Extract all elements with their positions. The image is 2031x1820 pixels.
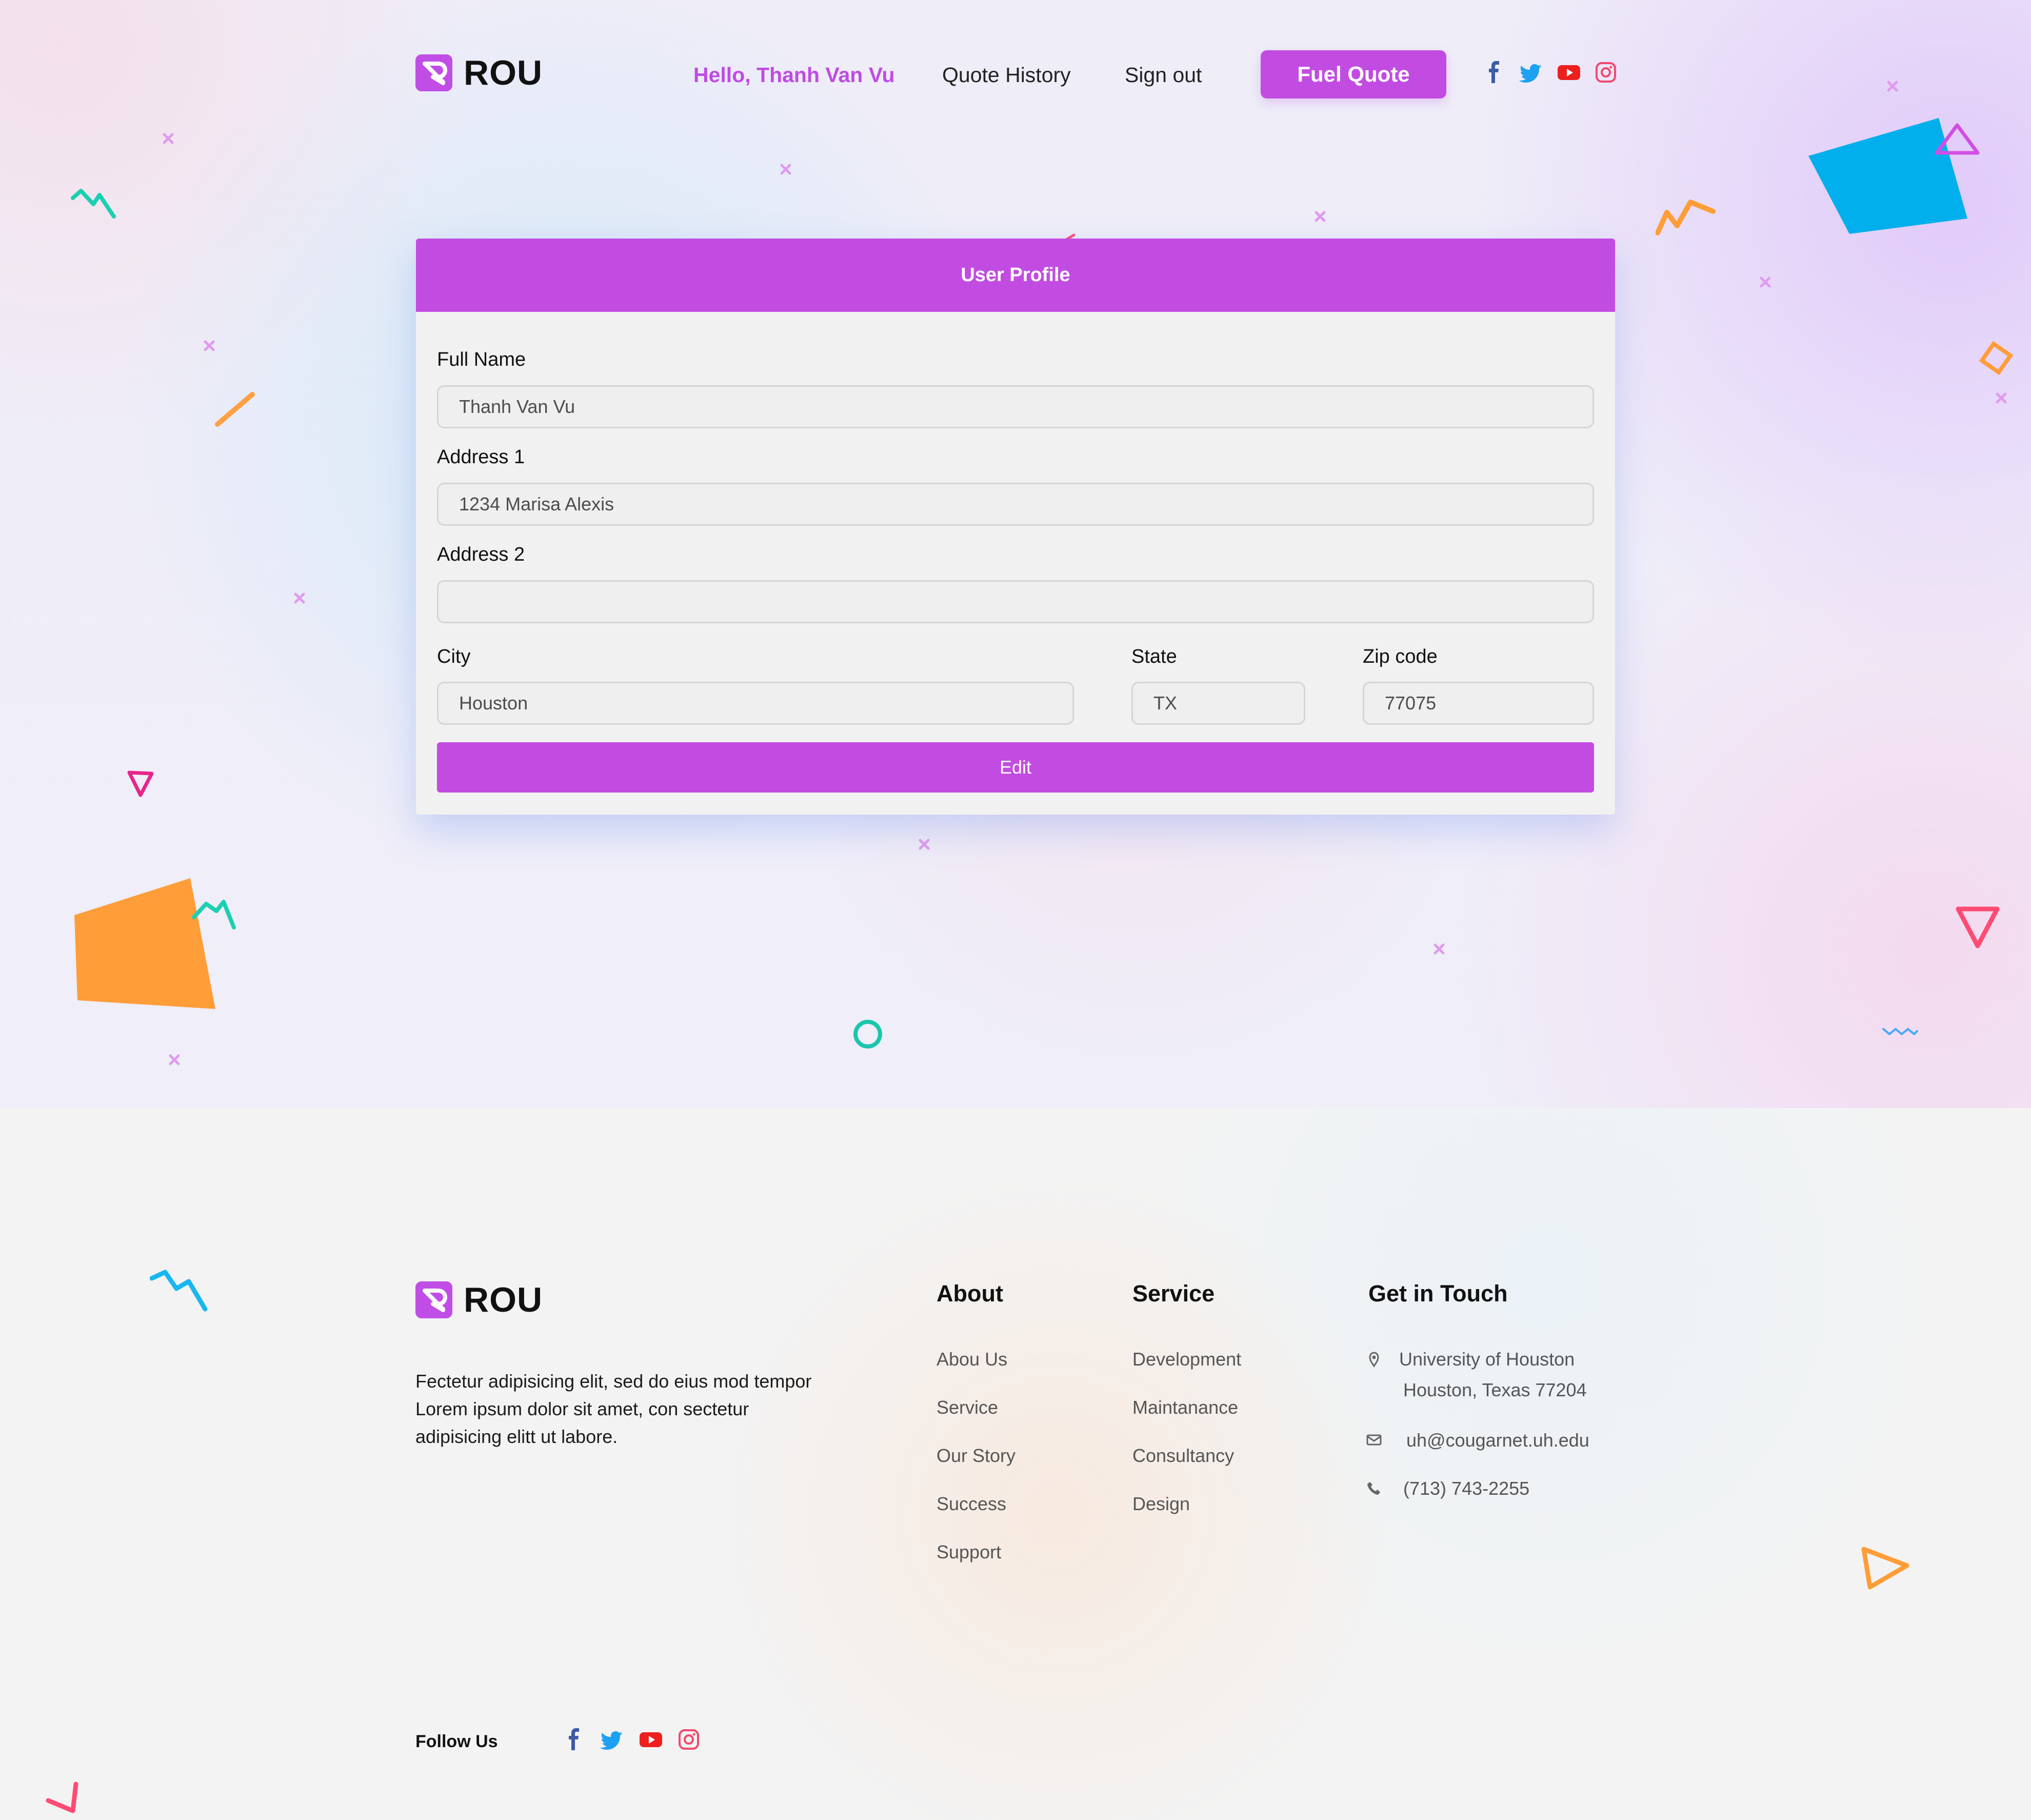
email-icon bbox=[1365, 1431, 1383, 1449]
x-mark-decoration bbox=[167, 1053, 182, 1067]
x-mark-decoration bbox=[1758, 275, 1773, 289]
zip-code-label: Zip code bbox=[1363, 646, 1438, 667]
service-title: Service bbox=[1132, 1280, 1215, 1307]
corner-decoration bbox=[44, 1780, 82, 1816]
footer-link-our-story[interactable]: Our Story bbox=[937, 1445, 1016, 1467]
x-mark-decoration bbox=[1885, 79, 1900, 93]
instagram-icon[interactable] bbox=[676, 1727, 702, 1752]
address-2-label: Address 2 bbox=[437, 544, 525, 565]
youtube-icon[interactable] bbox=[1556, 60, 1582, 85]
footer-logo-icon bbox=[415, 1281, 452, 1318]
footer-link-consultancy[interactable]: Consultancy bbox=[1132, 1445, 1234, 1467]
twitter-icon[interactable] bbox=[600, 1727, 626, 1752]
footer-link-development[interactable]: Development bbox=[1132, 1348, 1241, 1371]
orange-block-decoration bbox=[74, 878, 218, 1017]
zigzag-decoration bbox=[1656, 194, 1716, 240]
footer-link-about-us[interactable]: Abou Us bbox=[937, 1348, 1007, 1371]
phone-icon bbox=[1365, 1479, 1383, 1497]
youtube-icon[interactable] bbox=[638, 1727, 664, 1752]
wave-decoration bbox=[1882, 1025, 1918, 1037]
state-label: State bbox=[1131, 646, 1177, 667]
city-label: City bbox=[437, 646, 471, 667]
header-social-links bbox=[1482, 60, 1619, 85]
location-icon bbox=[1365, 1350, 1383, 1368]
triangle-decoration bbox=[1860, 1545, 1911, 1591]
logo-text: ROU bbox=[464, 53, 543, 92]
full-name-label: Full Name bbox=[437, 349, 526, 370]
zigzag-decoration bbox=[71, 188, 118, 221]
x-mark-decoration bbox=[1432, 942, 1446, 956]
zigzag-decoration bbox=[192, 900, 236, 933]
user-profile-card: User Profile Full Name Thanh Van Vu Addr… bbox=[416, 239, 1615, 815]
address-line-1: University of Houston bbox=[1399, 1349, 1575, 1370]
follow-us-label: Follow Us bbox=[415, 1732, 498, 1751]
state-field[interactable]: TX bbox=[1131, 682, 1305, 725]
footer-link-success[interactable]: Success bbox=[937, 1493, 1006, 1515]
zip-code-field[interactable]: 77075 bbox=[1363, 682, 1594, 725]
user-greeting: Hello, Thanh Van Vu bbox=[693, 63, 895, 87]
circle-decoration bbox=[851, 1018, 884, 1051]
x-mark-decoration bbox=[779, 162, 793, 176]
x-mark-decoration bbox=[1994, 391, 2008, 405]
x-mark-decoration bbox=[1313, 209, 1327, 224]
fuel-quote-button[interactable]: Fuel Quote bbox=[1261, 50, 1446, 98]
footer-social-links bbox=[562, 1727, 702, 1752]
footer-logo[interactable]: ROU bbox=[415, 1281, 543, 1318]
quote-history-link[interactable]: Quote History bbox=[942, 63, 1071, 87]
contact-phone[interactable]: (713) 743-2255 bbox=[1403, 1477, 1529, 1500]
contact-title: Get in Touch bbox=[1368, 1280, 1508, 1307]
footer-logo-text: ROU bbox=[464, 1280, 543, 1319]
facebook-icon[interactable] bbox=[1482, 60, 1508, 85]
top-navigation: ROU Hello, Thanh Van Vu Quote History Si… bbox=[415, 50, 1616, 100]
address-1-label: Address 1 bbox=[437, 446, 525, 468]
x-mark-decoration bbox=[917, 837, 931, 852]
address-2-field[interactable] bbox=[437, 580, 1594, 623]
instagram-icon[interactable] bbox=[1593, 60, 1619, 85]
footer-link-service[interactable]: Service bbox=[937, 1396, 998, 1419]
x-mark-decoration bbox=[202, 339, 216, 353]
footer-link-design[interactable]: Design bbox=[1132, 1493, 1190, 1515]
footer-description: Fectetur adipisicing elit, sed do eius m… bbox=[415, 1371, 812, 1447]
city-field[interactable]: Houston bbox=[437, 682, 1074, 725]
edit-button[interactable]: Edit bbox=[437, 742, 1594, 793]
footer-link-maintanance[interactable]: Maintanance bbox=[1132, 1396, 1238, 1419]
address-1-field[interactable]: 1234 Marisa Alexis bbox=[437, 483, 1594, 526]
diamond-decoration bbox=[1978, 340, 2015, 377]
header-logo[interactable]: ROU bbox=[415, 54, 543, 91]
address-line-2: Houston, Texas 77204 bbox=[1403, 1379, 1587, 1400]
full-name-field[interactable]: Thanh Van Vu bbox=[437, 385, 1594, 428]
triangle-decoration bbox=[126, 769, 156, 799]
footer-link-support[interactable]: Support bbox=[937, 1541, 1001, 1564]
slash-decoration bbox=[214, 391, 255, 427]
zigzag-decoration bbox=[150, 1269, 212, 1312]
about-title: About bbox=[937, 1280, 1003, 1307]
contact-email[interactable]: uh@cougarnet.uh.edu bbox=[1406, 1429, 1589, 1452]
twitter-icon[interactable] bbox=[1519, 60, 1545, 85]
facebook-icon[interactable] bbox=[562, 1727, 588, 1752]
x-mark-decoration bbox=[161, 131, 175, 146]
triangle-decoration bbox=[1934, 122, 1981, 156]
logo-icon bbox=[415, 54, 452, 91]
card-title: User Profile bbox=[416, 239, 1615, 312]
sign-out-link[interactable]: Sign out bbox=[1125, 63, 1202, 87]
x-mark-decoration bbox=[292, 591, 307, 605]
triangle-decoration bbox=[1954, 905, 2001, 950]
